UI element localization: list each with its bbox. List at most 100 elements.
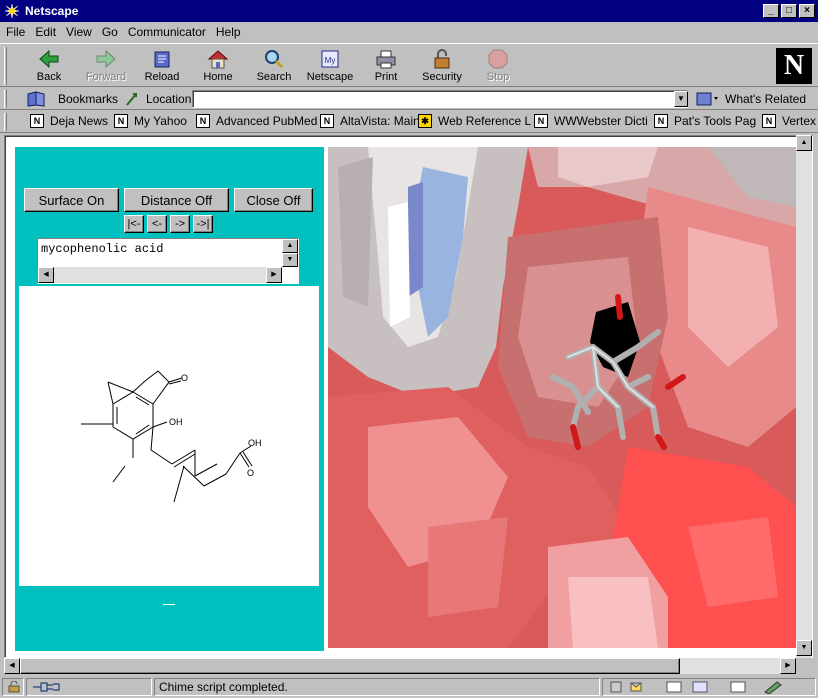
scroll-up-arrow-icon[interactable]: ▲ [282,239,298,253]
bookmark-page-icon: N [114,114,128,128]
bookmark-item[interactable]: N Advanced PubMed [196,114,317,128]
navigator-component-icon [610,681,622,693]
connection-status-icon [26,678,152,696]
back-button[interactable]: Back [21,46,77,86]
menu-go[interactable]: Go [102,25,118,39]
acid-oh-label: OH [248,438,262,448]
location-toolbar: Bookmarks Location: ▼ What's Related [0,88,818,110]
bookmark-page-icon: N [196,114,210,128]
personal-grip[interactable] [4,113,7,131]
security-button[interactable]: Security [414,46,470,86]
phenol-oh-label: OH [169,417,183,427]
chime-3d-viewer[interactable] [328,147,796,648]
bookmark-item[interactable]: N WWWebster Dicti [534,114,648,128]
home-button[interactable]: Home [190,46,246,86]
close-toggle-button[interactable]: Close Off [234,188,313,212]
menu-help[interactable]: Help [216,25,241,39]
page-scroll-up-icon[interactable]: ▲ [796,135,812,151]
security-lock-icon[interactable] [2,678,24,696]
menu-communicator[interactable]: Communicator [128,25,206,39]
whats-related-button[interactable]: What's Related [695,91,806,107]
home-label: Home [203,71,233,83]
chemical-structure-panel: O OH OH O [19,286,319,586]
page-scroll-thumb[interactable] [20,658,680,674]
page-proxy-icon[interactable] [124,91,140,107]
security-label: Security [422,71,462,83]
bookmark-item[interactable]: ✱ Web Reference L [418,114,531,128]
surface-toggle-button[interactable]: Surface On [24,188,119,212]
bookmarks-label: Bookmarks [58,92,119,106]
bookmark-label: Vertex [782,114,817,128]
page-scroll-right-icon[interactable]: ▶ [780,658,796,674]
search-button[interactable]: Search [246,46,302,86]
window-title: Netscape [25,4,79,18]
page-horizontal-scrollbar[interactable]: ◀ ▶ [4,658,796,674]
bookmark-item[interactable]: N Deja News [30,114,108,128]
acid-o-label: O [247,468,254,478]
status-message: Chime script completed. [154,678,600,696]
back-arrow-icon [39,49,59,69]
scroll-down-arrow-icon[interactable]: ▼ [282,253,298,267]
print-label: Print [374,71,398,83]
bookmark-page-icon: N [320,114,334,128]
printer-icon [376,50,396,69]
search-label: Search [256,71,292,83]
reload-button[interactable]: Reload [134,46,190,86]
navigation-toolbar: Back Forward Reload Home Search My Netsc… [0,43,818,87]
next-molecule-button[interactable]: -> [170,215,190,233]
bookmark-page-icon: N [762,114,776,128]
personal-toolbar: N Deja News N My Yahoo N Advanced PubMed NA… [0,111,818,133]
stop-button[interactable]: Stop [470,46,526,86]
padlock-icon [434,49,450,69]
scroll-right-arrow-icon[interactable]: ▶ [266,267,282,283]
mail-component-icon [630,682,642,692]
scroll-left-arrow-icon[interactable]: ◀ [38,267,54,283]
bookmark-page-icon: N [30,114,44,128]
menu-file[interactable]: File [6,25,25,39]
home-icon [207,50,229,69]
location-url-input[interactable] [192,90,688,108]
svg-text:My: My [325,56,336,65]
maximize-button[interactable]: □ [781,4,797,18]
page-vertical-scrollbar[interactable]: ▲ ▼ [796,135,812,658]
bookmark-label: Advanced PubMed [216,114,318,128]
distance-toggle-button[interactable]: Distance Off [124,188,229,212]
bookmark-item[interactable]: N Pat's Tools Pag [654,114,756,128]
discussions-component-icon [666,681,682,693]
molecule-name-textarea[interactable]: mycophenolic acid ▲ ▼ ◀ ▶ [37,238,299,284]
bookmarks-button[interactable]: Bookmarks [26,91,118,107]
bookmark-item[interactable]: N Vertex [762,114,816,128]
bookmark-item[interactable]: N AltaVista: Main [320,114,420,128]
minimize-button[interactable]: _ [763,4,779,18]
bookmark-label: Web Reference L [438,114,532,128]
close-window-button[interactable]: × [799,4,815,18]
netscape-logo[interactable]: N [776,48,812,84]
netscape-button[interactable]: My Netscape [302,46,358,86]
last-molecule-button[interactable]: ->| [193,215,213,233]
location-grip[interactable] [4,90,7,108]
bookmark-item[interactable]: N My Yahoo [114,114,187,128]
page-scroll-down-icon[interactable]: ▼ [796,640,812,656]
molecule-name: mycophenolic acid [41,242,164,256]
toolbar-grip[interactable] [4,47,7,85]
bookmark-label: WWWebster Dicti [554,114,648,128]
netscape-label: Netscape [306,71,354,83]
location-dropdown-button[interactable]: ▼ [674,91,688,107]
title-bar: Netscape _ □ × [0,0,818,22]
my-netscape-icon: My [321,50,339,68]
textarea-horizontal-scrollbar[interactable]: ◀ ▶ [38,267,282,283]
previous-molecule-button[interactable]: <- [147,215,167,233]
whats-related-label: What's Related [725,92,806,106]
menu-edit[interactable]: Edit [35,25,56,39]
textarea-vertical-scrollbar[interactable]: ▲ ▼ [282,239,298,267]
stop-icon [488,49,508,69]
forward-button[interactable]: Forward [78,46,134,86]
forward-label: Forward [85,71,127,83]
forward-arrow-icon [96,49,116,69]
print-button[interactable]: Print [358,46,414,86]
calendar-component-icon [730,681,746,693]
page-scroll-left-icon[interactable]: ◀ [4,658,20,674]
first-molecule-button[interactable]: |<- [124,215,144,233]
bookmark-page-icon: N [654,114,668,128]
menu-view[interactable]: View [66,25,92,39]
